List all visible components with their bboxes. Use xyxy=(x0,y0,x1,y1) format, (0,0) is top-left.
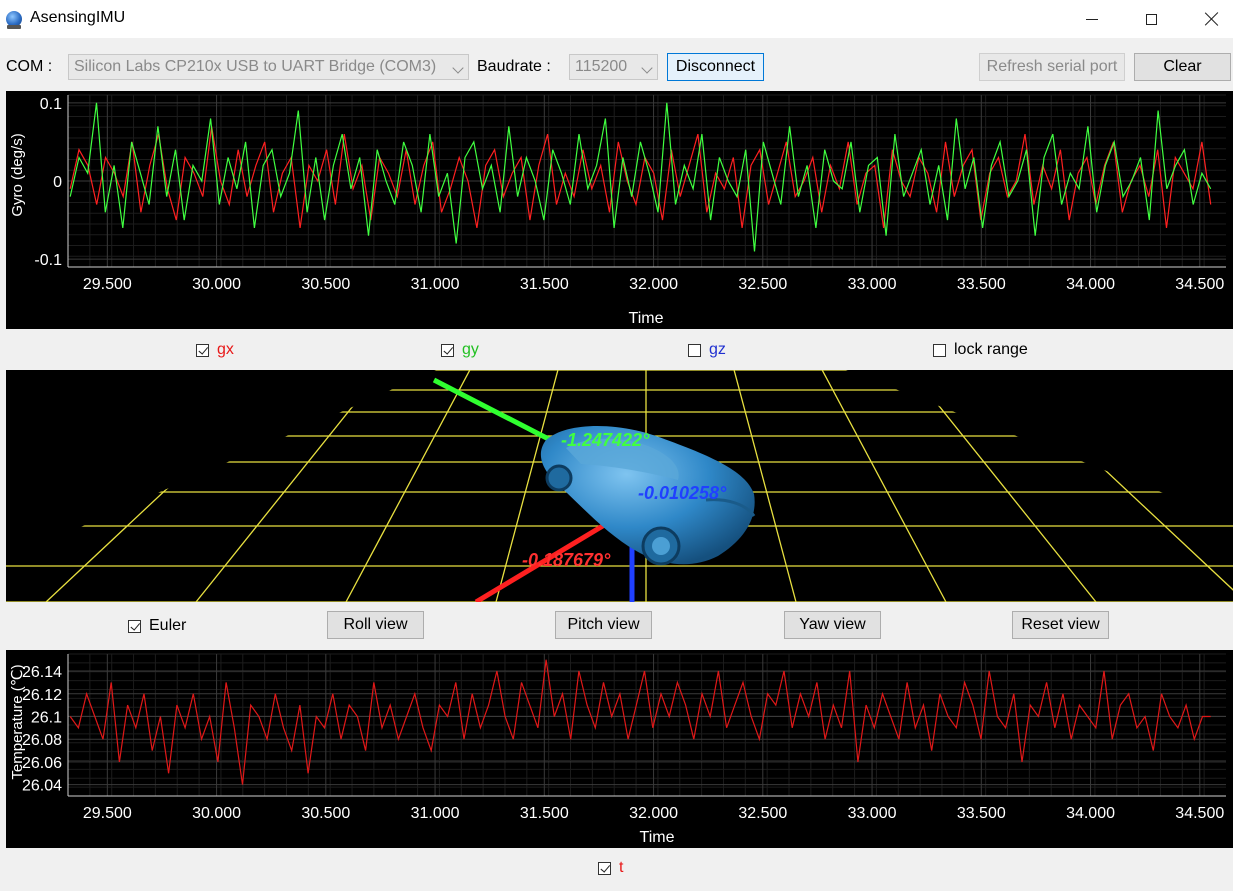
gz-checkbox[interactable]: gz xyxy=(688,341,726,359)
disconnect-button[interactable]: Disconnect xyxy=(667,53,764,81)
minimize-icon xyxy=(1086,18,1098,20)
baudrate-label: Baudrate : xyxy=(477,58,551,75)
gyro-series-gx xyxy=(69,126,1212,229)
temp-x-tick-label: 29.500 xyxy=(83,805,132,822)
close-button[interactable] xyxy=(1188,0,1233,38)
temp-x-tick-label: 32.000 xyxy=(629,805,678,822)
temperature-chart: 29.500 30.000 30.500 31.000 31.500 32.000 32.5… xyxy=(9,653,1226,846)
orientation-3d-view[interactable]: -1.247422° -0.010258° -0.187679° xyxy=(6,370,1233,602)
gz-check-icon xyxy=(688,343,701,357)
temp-y-tick-label: 26.1 xyxy=(31,709,62,726)
reset-view-button[interactable]: Reset view xyxy=(1012,611,1109,639)
t-check-icon xyxy=(598,861,611,875)
com-label: COM : xyxy=(6,58,53,75)
t-label: t xyxy=(619,859,624,876)
lock-range-check-icon xyxy=(933,343,946,357)
euler-check-icon xyxy=(128,619,141,633)
minimize-button[interactable] xyxy=(1069,0,1115,38)
gyro-x-tick-label: 31.500 xyxy=(520,276,569,293)
gy-checkbox[interactable]: gy xyxy=(441,341,479,359)
temp-y-tick-label: 26.12 xyxy=(22,687,62,704)
temp-x-tick-label: 34.500 xyxy=(1175,805,1224,822)
yaw-angle-readout: -0.010258° xyxy=(638,483,727,503)
globe-app-icon xyxy=(6,11,22,29)
close-icon xyxy=(1204,12,1218,26)
temp-x-tick-label: 33.500 xyxy=(957,805,1006,822)
temp-y-tick-label: 26.04 xyxy=(22,778,62,795)
gx-check-icon xyxy=(196,343,209,357)
gyro-chart-panel: 29.500 30.000 30.500 31.000 31.500 32.000 32.5… xyxy=(6,91,1233,329)
refresh-serial-port-button[interactable]: Refresh serial port xyxy=(979,53,1125,81)
baudrate-select[interactable]: 115200 xyxy=(569,54,658,80)
gyro-x-tick-label: 32.000 xyxy=(629,276,678,293)
pitch-view-button[interactable]: Pitch view xyxy=(555,611,652,639)
gyro-y-tick-label: 0 xyxy=(53,174,62,191)
t-checkbox[interactable]: t xyxy=(598,859,623,877)
title-bar: AsensingIMU xyxy=(0,0,1233,38)
temp-y-tick-label: 26.06 xyxy=(22,755,62,772)
gyro-x-tick-label: 34.000 xyxy=(1066,276,1115,293)
com-port-select[interactable]: Silicon Labs CP210x USB to UART Bridge (… xyxy=(68,54,469,80)
temp-x-tick-label: 30.500 xyxy=(301,805,350,822)
lock-range-label: lock range xyxy=(954,341,1028,358)
temp-x-tick-label: 32.500 xyxy=(738,805,787,822)
roll-view-button[interactable]: Roll view xyxy=(327,611,424,639)
com-port-value: Silicon Labs CP210x USB to UART Bridge (… xyxy=(74,58,437,75)
chevron-down-icon xyxy=(641,62,653,74)
yaw-view-button[interactable]: Yaw view xyxy=(784,611,881,639)
gyro-x-tick-label: 32.500 xyxy=(738,276,787,293)
gyro-x-tick-label: 29.500 xyxy=(83,276,132,293)
gyro-x-tick-label: 33.000 xyxy=(848,276,897,293)
gz-label: gz xyxy=(709,341,726,358)
sky-mask xyxy=(846,370,1233,520)
temp-x-tick-label: 31.000 xyxy=(411,805,460,822)
gyro-x-tick-label: 33.500 xyxy=(957,276,1006,293)
temp-x-tick-label: 34.000 xyxy=(1066,805,1115,822)
temp-series-t xyxy=(69,659,1211,785)
roll-angle-readout: -1.247422° xyxy=(561,430,650,450)
gyro-y-axis-label: Gyro (deg/s) xyxy=(9,133,26,216)
gy-label: gy xyxy=(462,341,479,358)
pitch-angle-readout: -0.187679° xyxy=(522,550,611,570)
euler-label: Euler xyxy=(149,617,187,634)
baudrate-value: 115200 xyxy=(575,58,628,75)
temp-y-tick-label: 26.14 xyxy=(22,664,62,681)
euler-checkbox[interactable]: Euler xyxy=(128,617,186,635)
maximize-icon xyxy=(1145,13,1157,25)
temp-x-axis-label: Time xyxy=(640,829,675,846)
window-title: AsensingIMU xyxy=(30,9,126,26)
gyro-chart: 29.500 30.000 30.500 31.000 31.500 32.000 32.5… xyxy=(9,94,1226,327)
chevron-down-icon xyxy=(452,62,464,74)
gyro-x-tick-label: 30.500 xyxy=(301,276,350,293)
gx-label: gx xyxy=(217,341,234,358)
lock-range-checkbox[interactable]: lock range xyxy=(933,341,1028,359)
gyro-x-tick-label: 34.500 xyxy=(1175,276,1224,293)
gyro-y-tick-label: 0.1 xyxy=(40,96,62,113)
temp-y-axis-label: Temperature (℃) xyxy=(9,664,26,779)
orientation-scene: -1.247422° -0.010258° -0.187679° xyxy=(6,370,1233,602)
temp-x-tick-label: 31.500 xyxy=(520,805,569,822)
gx-checkbox[interactable]: gx xyxy=(196,341,234,359)
gyro-x-tick-label: 30.000 xyxy=(192,276,241,293)
maximize-button[interactable] xyxy=(1128,0,1174,38)
gy-check-icon xyxy=(441,343,454,357)
temp-x-tick-label: 30.000 xyxy=(192,805,241,822)
temp-x-tick-label: 33.000 xyxy=(848,805,897,822)
sky-mask xyxy=(6,370,436,560)
temperature-chart-panel: 29.500 30.000 30.500 31.000 31.500 32.000 32.5… xyxy=(6,650,1233,848)
gyro-y-tick-label: -0.1 xyxy=(34,252,62,269)
temp-y-tick-label: 26.08 xyxy=(22,732,62,749)
gyro-x-axis-label: Time xyxy=(629,310,664,327)
clear-button[interactable]: Clear xyxy=(1134,53,1231,81)
gyro-x-tick-label: 31.000 xyxy=(411,276,460,293)
